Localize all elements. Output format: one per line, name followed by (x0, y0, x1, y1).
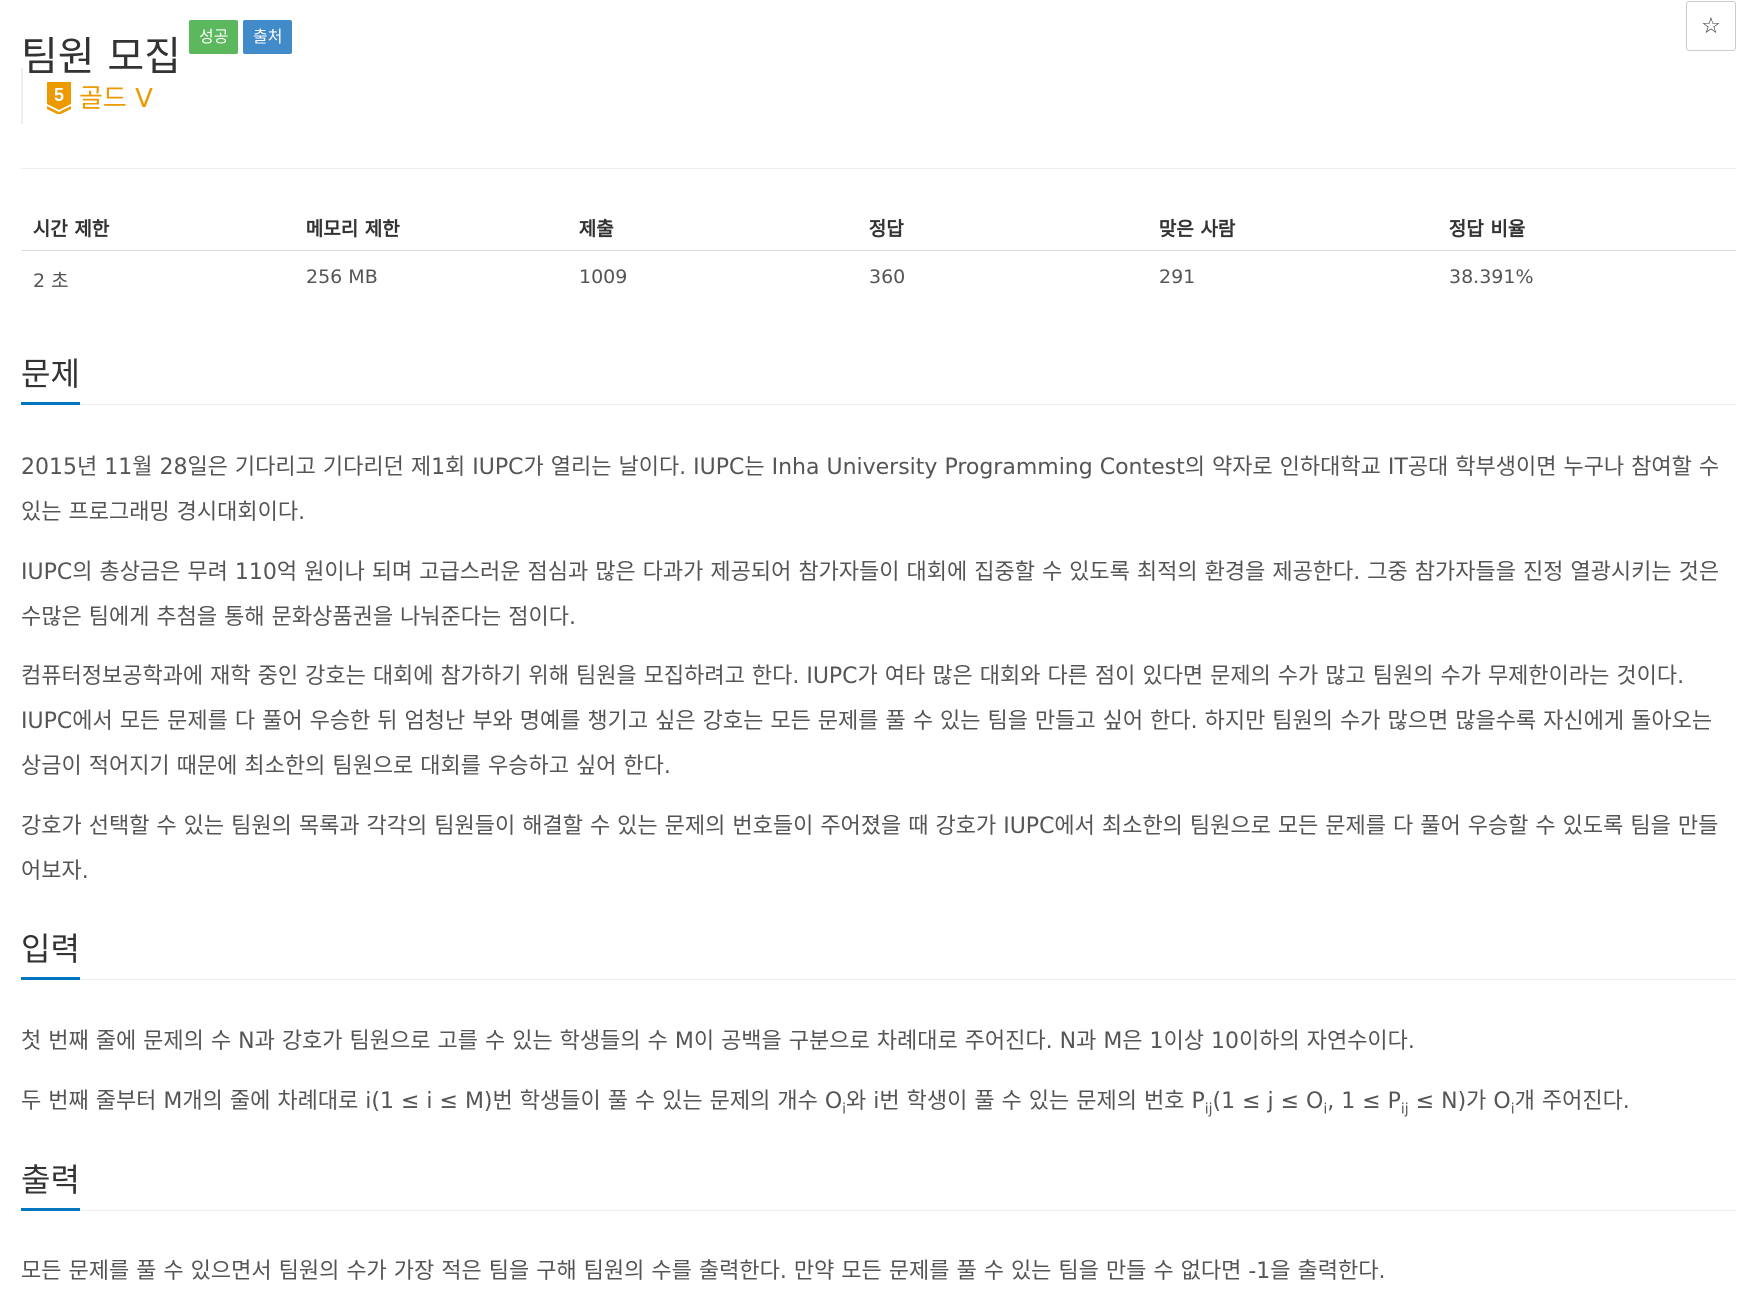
problem-section-head: 문제 (21, 350, 1736, 405)
stats-header-submit: 제출 (579, 218, 614, 240)
input-line-1: 첫 번째 줄에 문제의 수 N과 강호가 팀원으로 고를 수 있는 학생들의 수… (21, 1029, 1415, 1054)
stats-value-row: 2 초 256 MB 1009 360 291 38.391% (21, 251, 1736, 301)
stats-header-solvers: 맞은 사람 (1159, 218, 1236, 240)
problem-page: 팀원 모집 성공 출처 ☆ 5 골드 V 시간 제한 메모리 제한 제출 정답 … (21, 0, 1736, 1284)
problem-section-title: 문제 (21, 350, 80, 405)
stats-table: 시간 제한 메모리 제한 제출 정답 맞은 사람 정답 비율 2 초 256 M… (21, 200, 1736, 301)
divider (21, 168, 1736, 169)
output-line-1: 모든 문제를 풀 수 있으면서 팀원의 수가 가장 적은 팀을 구해 팀원의 수… (21, 1259, 1386, 1284)
stats-header-correct: 정답 (869, 218, 904, 240)
input-section-head: 입력 (21, 925, 1736, 980)
stats-submissions[interactable]: 1009 (579, 266, 627, 288)
problem-paragraph-2: IUPC의 총상금은 무려 110억 원이나 되며 고급스러운 점심과 많은 다… (21, 560, 1720, 630)
input-line-2: 두 번째 줄부터 M개의 줄에 차례대로 i(1 ≤ i ≤ M)번 학생들이 … (21, 1089, 1630, 1118)
stats-correct: 360 (869, 266, 906, 288)
problem-paragraph-4: 강호가 선택할 수 있는 팀원의 목록과 각각의 팀원들이 해결할 수 있는 문… (21, 814, 1719, 884)
stats-memory-limit: 256 MB (306, 266, 378, 288)
input-section-title: 입력 (21, 925, 80, 980)
problem-paragraph-1: 2015년 11월 28일은 기다리고 기다리던 제1회 IUPC가 열리는 날… (21, 455, 1720, 525)
stats-header-row: 시간 제한 메모리 제한 제출 정답 맞은 사람 정답 비율 (21, 200, 1736, 251)
stats-header-memory: 메모리 제한 (306, 218, 401, 240)
output-section-head: 출력 (21, 1156, 1736, 1211)
problem-paragraph-3: 컴퓨터정보공학과에 재학 중인 강호는 대회에 참가하기 위해 팀원을 모집하려… (21, 664, 1713, 779)
output-section-title: 출력 (21, 1156, 80, 1211)
stats-solvers[interactable]: 291 (1159, 266, 1195, 288)
tier-box: 5 골드 V (21, 68, 423, 124)
stats-header-ratio: 정답 비율 (1449, 218, 1526, 240)
star-button[interactable]: ☆ (1686, 1, 1736, 51)
tier-label[interactable]: 골드 V (79, 78, 153, 115)
stats-time-limit: 2 초 (33, 270, 69, 292)
success-badge[interactable]: 성공 (189, 20, 239, 54)
tier-gold-icon: 5 (47, 82, 71, 114)
stats-ratio: 38.391% (1449, 266, 1534, 288)
tier-level: 5 (54, 85, 64, 105)
source-badge[interactable]: 출처 (243, 20, 293, 54)
star-icon: ☆ (1701, 14, 1721, 39)
title-row: 팀원 모집 성공 출처 ☆ (21, 0, 1736, 80)
stats-header-time: 시간 제한 (33, 218, 110, 240)
